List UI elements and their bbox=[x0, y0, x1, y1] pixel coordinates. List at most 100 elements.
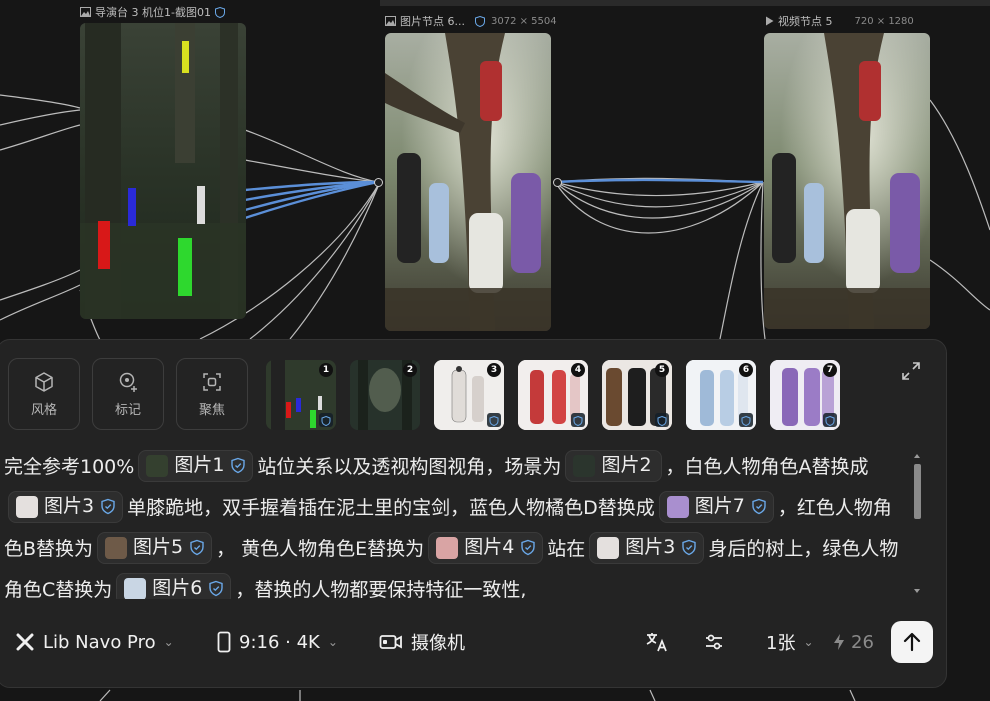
shield-check-icon bbox=[571, 413, 585, 427]
focus-frame-icon bbox=[203, 372, 221, 391]
prompt-scrollbar[interactable] bbox=[911, 452, 923, 597]
translate-button[interactable] bbox=[645, 618, 669, 666]
shield-check-icon bbox=[752, 498, 766, 515]
node-title-3[interactable]: 视频节点 5 720 × 1280 bbox=[765, 13, 914, 29]
credits-count: 26 bbox=[851, 631, 874, 653]
chip-label: 图片5 bbox=[133, 536, 184, 558]
camera-icon bbox=[379, 635, 402, 649]
chip-thumbnail bbox=[146, 454, 169, 477]
reference-thumbnail[interactable]: 3 bbox=[434, 360, 504, 430]
lightning-icon bbox=[834, 634, 844, 650]
thumbnail-number: 7 bbox=[823, 363, 837, 377]
prompt-text: ，替换的人物都要保持特征一致性, bbox=[235, 579, 527, 599]
quantity-label: 1张 bbox=[766, 633, 796, 654]
image-reference-chip[interactable]: 图片4 bbox=[428, 531, 544, 564]
prompt-text: ，白色人物角色A替换成 bbox=[665, 456, 869, 478]
thumbnail-number: 1 bbox=[319, 363, 333, 377]
model-selector[interactable]: Lib Navo Pro ⌄ bbox=[15, 618, 174, 666]
shield-check-icon bbox=[209, 580, 224, 597]
image-reference-chip[interactable]: 图片5 bbox=[97, 531, 213, 564]
reference-thumbnail[interactable]: 4 bbox=[518, 360, 588, 430]
image-reference-chip[interactable]: 图片3 bbox=[589, 531, 705, 564]
focus-button[interactable]: 聚焦 bbox=[176, 358, 248, 430]
node-dimensions: 720 × 1280 bbox=[854, 15, 914, 27]
image-icon bbox=[385, 16, 396, 26]
node-card-3[interactable] bbox=[764, 33, 930, 329]
chip-thumbnail bbox=[436, 536, 459, 559]
phone-portrait-icon bbox=[217, 631, 231, 653]
camera-label: 摄像机 bbox=[411, 633, 465, 654]
image-reference-chip[interactable]: 图片1 bbox=[138, 449, 254, 482]
camera-button[interactable]: 摄像机 bbox=[379, 618, 465, 666]
reference-thumbnail[interactable]: 7 bbox=[770, 360, 840, 430]
thumbnail-number: 2 bbox=[403, 363, 417, 377]
image-reference-chip[interactable]: 图片2 bbox=[565, 449, 662, 482]
bottom-toolbar: Lib Navo Pro ⌄ 9:16 · 4K ⌄ 摄像机 1张 ⌄ 26 bbox=[0, 618, 948, 666]
arrow-up-icon bbox=[903, 632, 921, 652]
model-logo-icon bbox=[16, 633, 34, 651]
shield-check-icon bbox=[739, 413, 753, 427]
shield-check-icon bbox=[487, 413, 501, 427]
prompt-panel: 风格 标记 聚焦 1 2 3 4 5 6 7 完全参考100% 图片1 站位关系… bbox=[0, 339, 947, 688]
chip-label: 图片6 bbox=[152, 577, 203, 599]
image-reference-chip[interactable]: 图片6 bbox=[116, 572, 232, 599]
prompt-text: 单膝跪地，双手握着插在泥土里的宝剑，蓝色人物橘色D替换成 bbox=[127, 497, 655, 519]
chevron-down-icon: ⌄ bbox=[327, 635, 338, 649]
chip-thumbnail bbox=[105, 536, 128, 559]
mark-button[interactable]: 标记 bbox=[92, 358, 164, 430]
thumbnail-number: 6 bbox=[739, 363, 753, 377]
expand-icon[interactable] bbox=[900, 360, 922, 382]
mark-button-label: 标记 bbox=[114, 402, 141, 418]
chip-thumbnail bbox=[666, 495, 689, 518]
style-button[interactable]: 风格 bbox=[8, 358, 80, 430]
shield-check-icon bbox=[655, 413, 669, 427]
prompt-text: ， 黄色人物角色E替换为 bbox=[216, 538, 425, 560]
chip-thumbnail bbox=[597, 536, 620, 559]
node-card-2[interactable] bbox=[385, 33, 551, 331]
prompt-text: 站在 bbox=[547, 538, 586, 560]
chip-thumbnail bbox=[573, 454, 596, 477]
quantity-selector[interactable]: 1张 ⌄ bbox=[766, 618, 814, 666]
chevron-down-icon: ⌄ bbox=[163, 635, 174, 649]
chip-label: 图片1 bbox=[174, 454, 225, 476]
sliders-icon bbox=[706, 634, 722, 650]
output-port[interactable] bbox=[553, 178, 562, 187]
node-title-2[interactable]: 图片节点 6... 3072 × 5504 bbox=[385, 13, 557, 29]
node-title-text: 导演台 3 机位1-截图01 bbox=[95, 6, 211, 19]
reference-thumbnail[interactable]: 6 bbox=[686, 360, 756, 430]
aspect-ratio-selector[interactable]: 9:16 · 4K ⌄ bbox=[217, 618, 338, 666]
send-button[interactable] bbox=[891, 621, 933, 663]
marker-pin-icon bbox=[119, 372, 137, 392]
chip-thumbnail bbox=[16, 495, 38, 518]
reference-thumbnail[interactable]: 2 bbox=[350, 360, 420, 430]
node-title-1[interactable]: 导演台 3 机位1-截图01 bbox=[80, 4, 225, 20]
shield-check-icon bbox=[101, 498, 115, 515]
reference-thumbnail[interactable]: 1 bbox=[266, 360, 336, 430]
prompt-textarea[interactable]: 完全参考100% 图片1 站位关系以及透视构图视角，场景为 图片2 ，白色人物角色A替换… bbox=[4, 447, 899, 599]
chip-label: 图片4 bbox=[464, 536, 515, 558]
chip-label: 图片3 bbox=[44, 495, 95, 517]
reference-thumbnail[interactable]: 5 bbox=[602, 360, 672, 430]
shield-check-icon bbox=[475, 15, 485, 27]
focus-button-label: 聚焦 bbox=[198, 402, 225, 418]
chip-label: 图片7 bbox=[694, 495, 745, 517]
thumbnail-number: 3 bbox=[487, 363, 501, 377]
image-reference-chip[interactable]: 图片3 bbox=[8, 490, 124, 523]
shield-check-icon bbox=[521, 539, 535, 556]
chevron-down-icon: ⌄ bbox=[803, 635, 814, 649]
input-port[interactable] bbox=[374, 178, 383, 187]
settings-button[interactable] bbox=[703, 618, 725, 666]
shield-check-icon bbox=[319, 413, 333, 427]
play-icon bbox=[766, 16, 774, 26]
node-1-preview bbox=[80, 23, 246, 319]
chip-label: 图片3 bbox=[625, 536, 676, 558]
translate-icon bbox=[646, 633, 667, 652]
node-2-preview bbox=[385, 33, 551, 331]
node-card-1[interactable] bbox=[80, 23, 246, 319]
chip-label: 图片2 bbox=[601, 454, 652, 476]
chip-thumbnail bbox=[124, 577, 147, 599]
node-3-preview bbox=[764, 33, 930, 329]
shield-check-icon bbox=[214, 6, 225, 18]
style-button-label: 风格 bbox=[30, 402, 57, 418]
image-reference-chip[interactable]: 图片7 bbox=[658, 490, 774, 523]
